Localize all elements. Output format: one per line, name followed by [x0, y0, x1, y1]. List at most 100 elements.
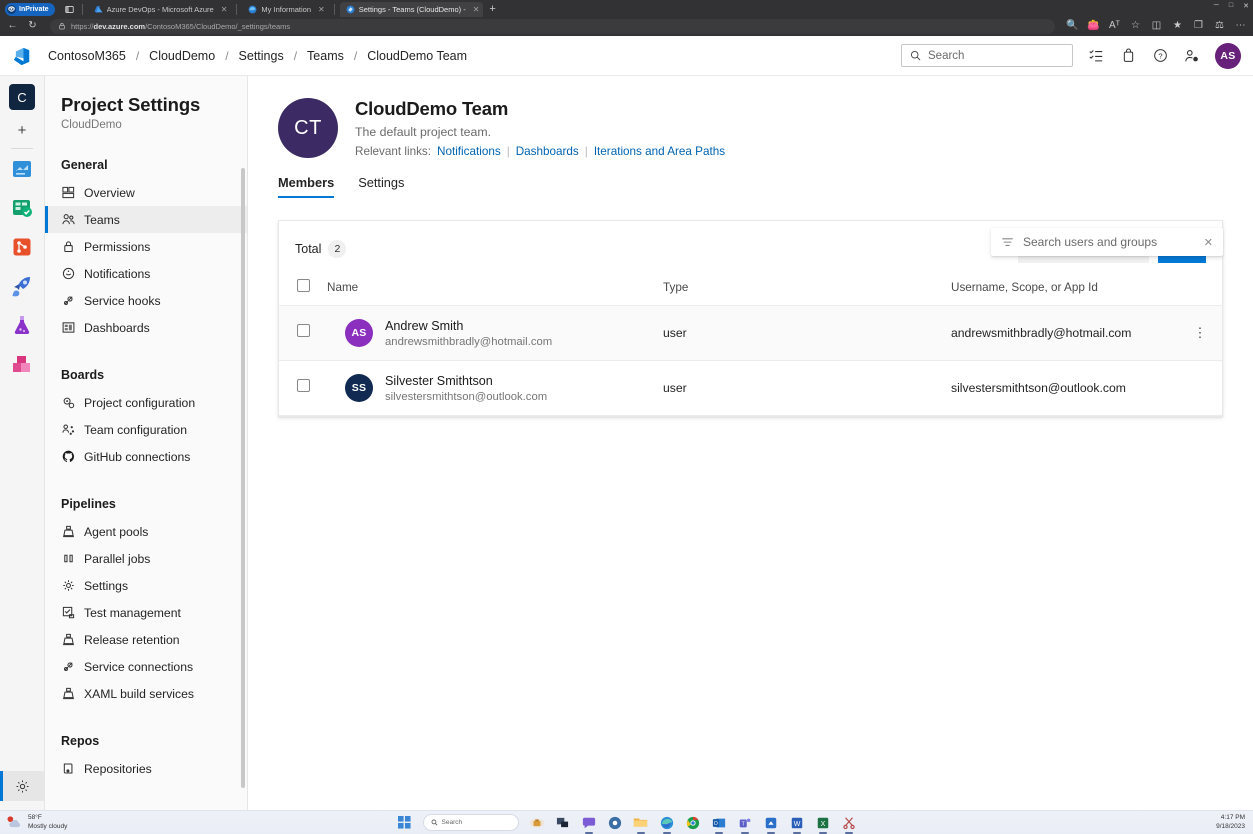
search-input[interactable]: Search	[901, 44, 1073, 67]
breadcrumb-organization[interactable]: ContosoM365	[46, 49, 128, 63]
test-icon	[61, 606, 75, 620]
chrome-icon[interactable]	[685, 815, 701, 831]
row-checkbox[interactable]	[297, 379, 310, 392]
project-avatar[interactable]: C	[9, 84, 35, 110]
sidebar-item-dashboards[interactable]: Dashboards	[45, 314, 247, 341]
read-aloud-icon[interactable]: Aᵀ	[1108, 21, 1121, 31]
create-new-button[interactable]: +	[18, 122, 27, 139]
project-settings-button[interactable]	[0, 771, 45, 801]
repos-icon[interactable]	[8, 233, 36, 261]
briefcase-icon[interactable]	[529, 815, 545, 831]
taskview-icon[interactable]	[555, 815, 571, 831]
add-favorite-icon[interactable]: ★	[1171, 21, 1184, 31]
edge-icon[interactable]	[659, 815, 675, 831]
explorer-icon[interactable]	[633, 815, 649, 831]
zoom-icon[interactable]: 🔍	[1066, 21, 1079, 31]
sidebar-item-xaml-build-services[interactable]: XAML build services	[45, 680, 247, 707]
overview-icon[interactable]	[8, 155, 36, 183]
sidebar-item-notifications[interactable]: Notifications	[45, 260, 247, 287]
word-icon[interactable]: W	[789, 815, 805, 831]
link-notifications[interactable]: Notifications	[437, 145, 501, 158]
tab-members[interactable]: Members	[278, 175, 334, 198]
back-button[interactable]: ←	[6, 21, 19, 31]
excel-icon[interactable]: X	[815, 815, 831, 831]
search-users-and-groups-input[interactable]: Search users and groups ✕	[991, 228, 1223, 256]
sidebar-item-project-configuration[interactable]: Project configuration	[45, 389, 247, 416]
close-window-button[interactable]: ✕	[1243, 2, 1249, 10]
link-dashboards[interactable]: Dashboards	[516, 145, 579, 158]
more-options-icon[interactable]: ⋯	[1234, 21, 1247, 31]
sidebar-item-overview[interactable]: Overview	[45, 179, 247, 206]
tab-search-icon[interactable]	[63, 2, 77, 16]
sidebar-item-release-retention[interactable]: Release retention	[45, 626, 247, 653]
minimize-button[interactable]: ─	[1214, 2, 1219, 10]
maximize-button[interactable]: □	[1229, 2, 1233, 10]
taskbar-search-box[interactable]: Search	[423, 814, 519, 831]
refresh-button[interactable]: ↻	[26, 21, 39, 31]
tab-close-icon[interactable]: ✕	[221, 5, 228, 14]
sidebar-item-test-management[interactable]: Test management	[45, 599, 247, 626]
link-iterations-and-area-paths[interactable]: Iterations and Area Paths	[594, 145, 725, 158]
avatar[interactable]: AS	[1215, 43, 1241, 69]
row-more-actions-icon[interactable]	[1178, 361, 1222, 416]
boards-icon[interactable]	[8, 194, 36, 222]
wallet-icon[interactable]: 👛	[1087, 21, 1100, 31]
settings-icon[interactable]	[607, 815, 623, 831]
sidebar-item-service-connections[interactable]: Service connections	[45, 653, 247, 680]
store-icon[interactable]	[763, 815, 779, 831]
tab-close-icon[interactable]: ✕	[318, 5, 325, 14]
total-label: Total	[295, 242, 321, 256]
breadcrumb-team[interactable]: CloudDemo Team	[365, 49, 469, 63]
row-more-actions-icon[interactable]: ⋮	[1178, 306, 1222, 361]
sidebar-scrollbar[interactable]	[241, 168, 245, 788]
row-checkbox[interactable]	[297, 324, 310, 337]
new-tab-button[interactable]: +	[489, 3, 495, 15]
sidebar-item-parallel-jobs[interactable]: Parallel jobs	[45, 545, 247, 572]
browser-essentials-icon[interactable]: ⚖	[1213, 21, 1226, 31]
azure-devops-logo[interactable]	[0, 44, 46, 67]
shopping-bag-icon[interactable]	[1119, 47, 1137, 65]
sidebar-item-pipelines-settings[interactable]: Settings	[45, 572, 247, 599]
artifacts-icon[interactable]	[8, 350, 36, 378]
member-name: Silvester Smithtson	[385, 374, 547, 388]
browser-tab-1[interactable]: My Information ✕	[242, 2, 328, 17]
snip-icon[interactable]	[841, 815, 857, 831]
outlook-icon[interactable]: O	[711, 815, 727, 831]
collections-icon[interactable]: ❐	[1192, 21, 1205, 31]
nav-group-repos: Repos	[45, 734, 247, 748]
window-controls: ─ □ ✕	[1214, 2, 1249, 10]
address-bar[interactable]: https://dev.azure.com/ContosoM365/CloudD…	[50, 19, 1055, 34]
user-settings-icon[interactable]	[1183, 47, 1201, 65]
sidebar-item-agent-pools[interactable]: Agent pools	[45, 518, 247, 545]
sidebar-item-teams[interactable]: Teams	[45, 206, 247, 233]
tab-settings[interactable]: Settings	[358, 175, 404, 198]
select-all-checkbox[interactable]	[297, 279, 310, 292]
tab-close-icon[interactable]: ✕	[473, 5, 480, 14]
browser-tab-0[interactable]: Azure DevOps - Microsoft Azure ✕	[88, 2, 232, 17]
breadcrumb-settings[interactable]: Settings	[237, 49, 286, 63]
browser-tab-2[interactable]: Settings - Teams (CloudDemo) - ✕	[340, 2, 484, 17]
sidebar-item-permissions[interactable]: Permissions	[45, 233, 247, 260]
help-icon[interactable]: ?	[1151, 47, 1169, 65]
split-screen-icon[interactable]: ◫	[1150, 21, 1163, 31]
chat-icon[interactable]	[581, 815, 597, 831]
breadcrumb-project[interactable]: CloudDemo	[147, 49, 217, 63]
teams-icon[interactable]: T	[737, 815, 753, 831]
start-icon[interactable]	[397, 815, 413, 831]
pipelines-icon[interactable]	[8, 272, 36, 300]
sidebar-item-github-connections[interactable]: GitHub connections	[45, 443, 247, 470]
sidebar-item-team-configuration[interactable]: Team configuration	[45, 416, 247, 443]
sidebar-item-repositories[interactable]: Repositories	[45, 755, 247, 782]
browser-tab-title: Settings - Teams (CloudDemo) -	[359, 5, 466, 14]
svg-text:W: W	[793, 820, 800, 827]
table-row[interactable]: SS Silvester Smithtson silvestersmithtso…	[279, 361, 1222, 416]
test-plans-icon[interactable]	[8, 311, 36, 339]
table-row[interactable]: AS Andrew Smith andrewsmithbradly@hotmai…	[279, 306, 1222, 361]
row-type-cell: user	[663, 361, 951, 416]
breadcrumb-teams[interactable]: Teams	[305, 49, 346, 63]
favorite-icon[interactable]: ☆	[1129, 21, 1142, 31]
sidebar-item-service-hooks[interactable]: Service hooks	[45, 287, 247, 314]
checklist-icon[interactable]	[1087, 47, 1105, 65]
close-icon[interactable]: ✕	[1204, 236, 1213, 249]
header-actions: Search ? AS	[901, 43, 1241, 69]
